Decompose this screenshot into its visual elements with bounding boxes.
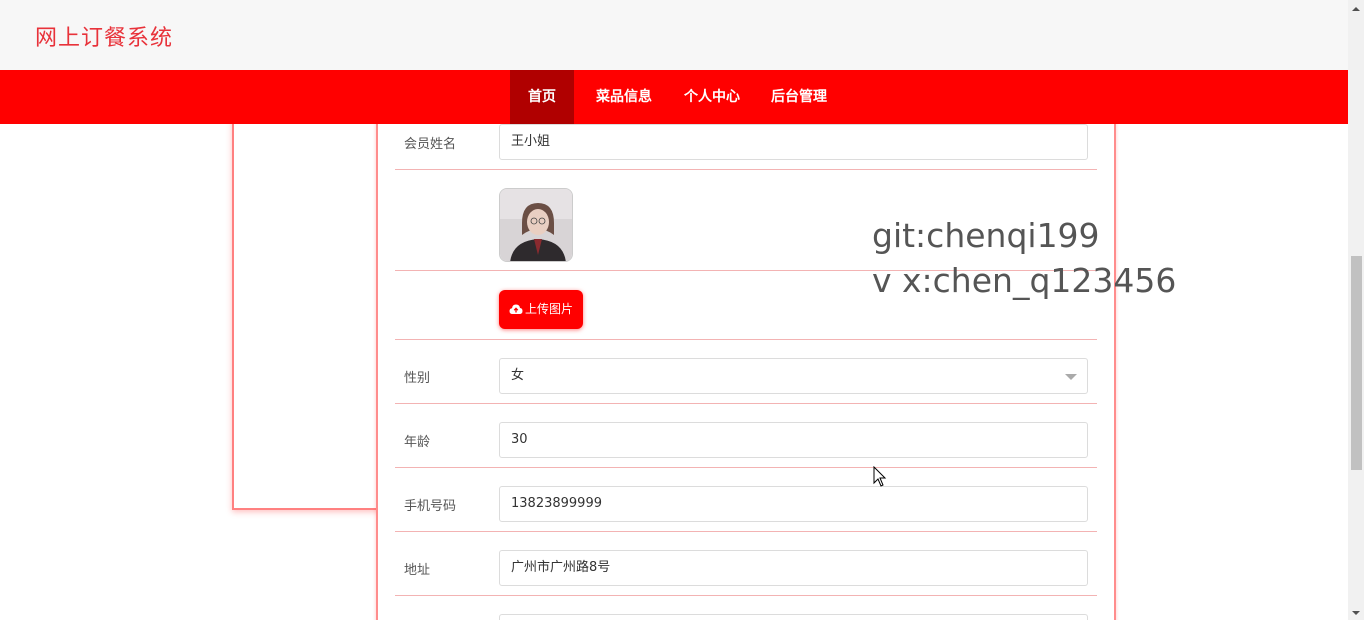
upload-image-button[interactable]: 上传图片 [499, 290, 583, 329]
watermark-line-1: git:chenqi199 [872, 216, 1100, 255]
row-divider [395, 403, 1097, 404]
sidebar-card [232, 110, 382, 510]
member-name-field[interactable]: 王小姐 [499, 124, 1088, 160]
member-name-label: 会员姓名 [404, 137, 457, 152]
next-field[interactable] [499, 614, 1088, 620]
main-nav: 首页 菜品信息 个人中心 后台管理 [0, 70, 1348, 124]
top-header: 网上订餐系统 [0, 0, 1348, 70]
scroll-up-icon[interactable] [1351, 4, 1361, 14]
mouse-cursor-icon [873, 466, 887, 487]
avatar [499, 188, 573, 262]
scroll-down-icon[interactable] [1351, 608, 1361, 618]
phone-field[interactable]: 13823899999 [499, 486, 1088, 522]
gender-label: 性别 [404, 371, 431, 386]
watermark-line-2: v x:chen_q123456 [872, 261, 1177, 300]
nav-item-admin[interactable]: 后台管理 [763, 70, 835, 124]
cloud-upload-icon [509, 304, 523, 314]
upload-button-label: 上传图片 [524, 302, 573, 316]
row-divider [395, 467, 1097, 468]
address-field[interactable]: 广州市广州路8号 [499, 550, 1088, 586]
gender-select[interactable]: 女 [499, 358, 1088, 394]
site-title: 网上订餐系统 [35, 26, 174, 51]
address-label: 地址 [404, 563, 431, 578]
phone-label: 手机号码 [404, 499, 457, 514]
row-divider [395, 339, 1097, 340]
scrollbar-thumb[interactable] [1351, 256, 1362, 470]
nav-item-home[interactable]: 首页 [510, 70, 574, 124]
row-divider [395, 595, 1097, 596]
age-field[interactable]: 30 [499, 422, 1088, 458]
nav-item-dishes[interactable]: 菜品信息 [588, 70, 660, 124]
nav-item-profile[interactable]: 个人中心 [676, 70, 748, 124]
row-divider [395, 531, 1097, 532]
row-divider [395, 169, 1097, 170]
age-label: 年龄 [404, 435, 431, 450]
gender-selected-value: 女 [511, 368, 525, 383]
chevron-down-icon [1065, 374, 1077, 380]
